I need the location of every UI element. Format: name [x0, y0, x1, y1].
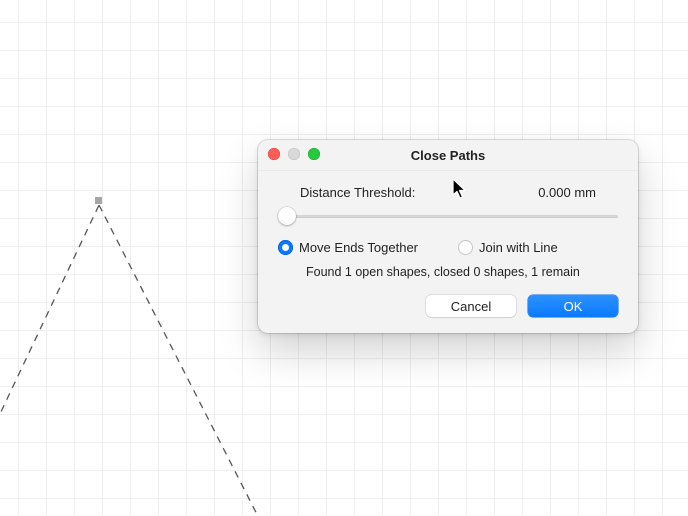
zoom-window-icon[interactable] [308, 148, 320, 160]
window-controls [268, 148, 320, 160]
distance-threshold-slider[interactable] [278, 206, 618, 226]
titlebar: Close Paths [258, 140, 638, 171]
cancel-button[interactable]: Cancel [426, 295, 516, 317]
close-window-icon[interactable] [268, 148, 280, 160]
slider-track [278, 215, 618, 218]
close-paths-dialog: Close Paths Distance Threshold: 0.000 mm… [258, 140, 638, 333]
distance-threshold-label: Distance Threshold: [300, 185, 415, 200]
radio-label: Move Ends Together [299, 240, 418, 255]
radio-option-join-line[interactable]: Join with Line [458, 240, 558, 255]
path-endpoint-marker [95, 197, 102, 204]
dialog-title: Close Paths [411, 148, 485, 163]
close-method-radio-group: Move Ends Together Join with Line [278, 240, 618, 255]
minimize-window-icon[interactable] [288, 148, 300, 160]
slider-thumb[interactable] [278, 207, 296, 225]
ok-button[interactable]: OK [528, 295, 618, 317]
status-text: Found 1 open shapes, closed 0 shapes, 1 … [306, 265, 618, 279]
radio-option-move-ends[interactable]: Move Ends Together [278, 240, 418, 255]
radio-indicator-icon [458, 240, 473, 255]
radio-indicator-icon [278, 240, 293, 255]
radio-label: Join with Line [479, 240, 558, 255]
distance-threshold-value: 0.000 mm [538, 185, 596, 200]
